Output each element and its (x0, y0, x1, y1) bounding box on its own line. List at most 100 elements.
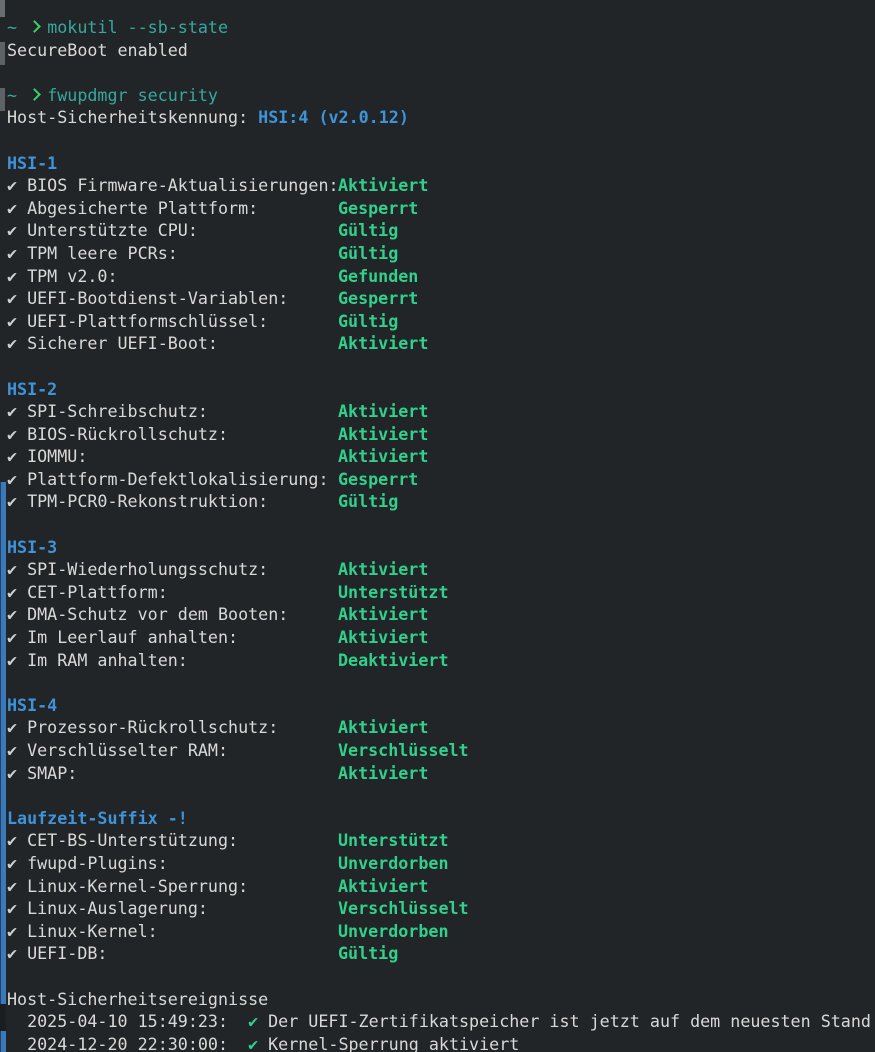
check-icon: ✔ (7, 716, 27, 739)
row-value: Unverdorben (338, 853, 449, 873)
row-value: Aktiviert (338, 175, 428, 195)
row-label: CET-BS-Unterstützung: (27, 829, 338, 852)
hsi-summary-label: Host-Sicherheitskennung: (7, 107, 248, 127)
row-value: Aktiviert (338, 627, 428, 647)
row-value: Gültig (338, 943, 398, 963)
check-icon: ✔ (7, 400, 27, 423)
check-icon: ✔ (7, 829, 27, 852)
check-icon: ✔ (7, 626, 27, 649)
scrollbar-gap (0, 1004, 6, 1031)
row-value: Aktiviert (338, 717, 428, 737)
row-value: Gesperrt (338, 198, 418, 218)
event-row: 2025-04-10 15:49:23: ✔ Der UEFI-Zertifikat… (7, 1010, 875, 1033)
security-row: ✔UEFI-DB:Gültig (7, 942, 875, 965)
row-label: Linux-Kernel-Sperrung: (27, 875, 338, 898)
row-label: SMAP: (27, 762, 338, 785)
row-label: CET-Plattform: (27, 581, 338, 604)
cursor-mark (0, 88, 5, 111)
row-label: SPI-Schreibschutz: (27, 400, 338, 423)
terminal-screen[interactable]: ~mokutil --sb-state SecureBoot enabled ~… (0, 0, 875, 1052)
check-icon: ✔ (7, 287, 27, 310)
check-icon: ✔ (7, 852, 27, 875)
blank-line (7, 784, 875, 807)
check-icon: ✔ (7, 197, 27, 220)
security-row: ✔IOMMU:Aktiviert (7, 445, 875, 468)
scrollbar-thumb[interactable] (0, 482, 6, 1004)
row-value: Deaktiviert (338, 650, 449, 670)
security-row: ✔Unterstützte CPU:Gültig (7, 219, 875, 242)
check-icon: ✔ (7, 739, 27, 762)
security-row: ✔Prozessor-Rückrollschutz:Aktiviert (7, 716, 875, 739)
security-row: ✔fwupd-Plugins:Unverdorben (7, 852, 875, 875)
section-header: HSI-2 (7, 378, 875, 401)
cursor-mark (0, 42, 5, 65)
security-row: ✔CET-Plattform:Unterstützt (7, 581, 875, 604)
check-icon: ✔ (7, 468, 27, 491)
row-label: Unterstützte CPU: (27, 219, 338, 242)
row-value: Aktiviert (338, 446, 428, 466)
row-label: Im Leerlauf anhalten: (27, 626, 338, 649)
row-label: TPM leere PCRs: (27, 242, 338, 265)
check-icon: ✔ (248, 1010, 261, 1033)
section-header: Laufzeit-Suffix -! (7, 807, 875, 830)
row-value: Gültig (338, 243, 398, 263)
row-value: Gültig (338, 311, 398, 331)
check-icon: ✔ (7, 558, 27, 581)
row-value: Gültig (338, 491, 398, 511)
row-label: TPM-PCR0-Rekonstruktion: (27, 490, 338, 513)
security-row: ✔Abgesicherte Plattform:Gesperrt (7, 197, 875, 220)
blank-line (7, 61, 875, 84)
row-label: BIOS Firmware-Aktualisierungen: (27, 174, 338, 197)
row-value: Unverdorben (338, 921, 449, 941)
security-events: 2025-04-10 15:49:23: ✔ Der UEFI-Zertifikat… (7, 1010, 875, 1052)
check-icon: ✔ (7, 875, 27, 898)
security-row: ✔Im RAM anhalten:Deaktiviert (7, 649, 875, 672)
security-row: ✔CET-BS-Unterstützung:Unterstützt (7, 829, 875, 852)
security-row: ✔TPM leere PCRs:Gültig (7, 242, 875, 265)
hsi-summary-line: Host-Sicherheitskennung: HSI:4 (v2.0.12) (7, 106, 875, 129)
blank-line (7, 671, 875, 694)
check-icon: ✔ (7, 332, 27, 355)
security-row: ✔Linux-Kernel:Unverdorben (7, 920, 875, 943)
scroll-marker-top (0, 0, 5, 17)
row-label: UEFI-DB: (27, 942, 338, 965)
row-value: Aktiviert (338, 763, 428, 783)
command-line-2: ~fwupdmgr security (7, 84, 875, 107)
row-label: Linux-Auslagerung: (27, 897, 338, 920)
section-header: HSI-4 (7, 694, 875, 717)
event-timestamp: 2025-04-10 15:49:23: (27, 1011, 228, 1031)
row-value: Aktiviert (338, 424, 428, 444)
row-value: Gültig (338, 220, 398, 240)
security-row: ✔UEFI-Plattformschlüssel:Gültig (7, 310, 875, 333)
security-row: ✔UEFI-Bootdienst-Variablen:Gesperrt (7, 287, 875, 310)
row-label: Prozessor-Rückrollschutz: (27, 716, 338, 739)
security-row: ✔Linux-Auslagerung:Verschlüsselt (7, 897, 875, 920)
prompt-chevron-icon (27, 88, 47, 102)
row-label: Im RAM anhalten: (27, 649, 338, 672)
check-icon: ✔ (7, 603, 27, 626)
security-row: ✔Linux-Kernel-Sperrung:Aktiviert (7, 875, 875, 898)
blank-line (7, 965, 875, 988)
event-message: Der UEFI-Zertifikatspeicher ist jetzt au… (268, 1011, 871, 1031)
row-value: Aktiviert (338, 401, 428, 421)
prompt-cwd: ~ (7, 16, 27, 39)
events-title: Host-Sicherheitsereignisse (7, 988, 875, 1011)
section-header: HSI-3 (7, 536, 875, 559)
check-icon: ✔ (7, 942, 27, 965)
scrollbar-thumb-bottom[interactable] (0, 1031, 6, 1052)
check-icon: ✔ (7, 920, 27, 943)
security-row: ✔Im Leerlauf anhalten:Aktiviert (7, 626, 875, 649)
security-row: ✔TPM v2.0:Gefunden (7, 265, 875, 288)
event-timestamp: 2024-12-20 22:30:00: (27, 1034, 228, 1052)
blank-line (7, 129, 875, 152)
check-icon: ✔ (7, 242, 27, 265)
row-value: Aktiviert (338, 604, 428, 624)
security-row: ✔BIOS Firmware-Aktualisierungen:Aktivier… (7, 174, 875, 197)
security-row: ✔SPI-Wiederholungsschutz:Aktiviert (7, 558, 875, 581)
row-label: Linux-Kernel: (27, 920, 338, 943)
row-label: IOMMU: (27, 445, 338, 468)
security-row: ✔SMAP:Aktiviert (7, 762, 875, 785)
security-row: ✔Sicherer UEFI-Boot:Aktiviert (7, 332, 875, 355)
security-row: ✔TPM-PCR0-Rekonstruktion:Gültig (7, 490, 875, 513)
row-value: Unterstützt (338, 830, 449, 850)
